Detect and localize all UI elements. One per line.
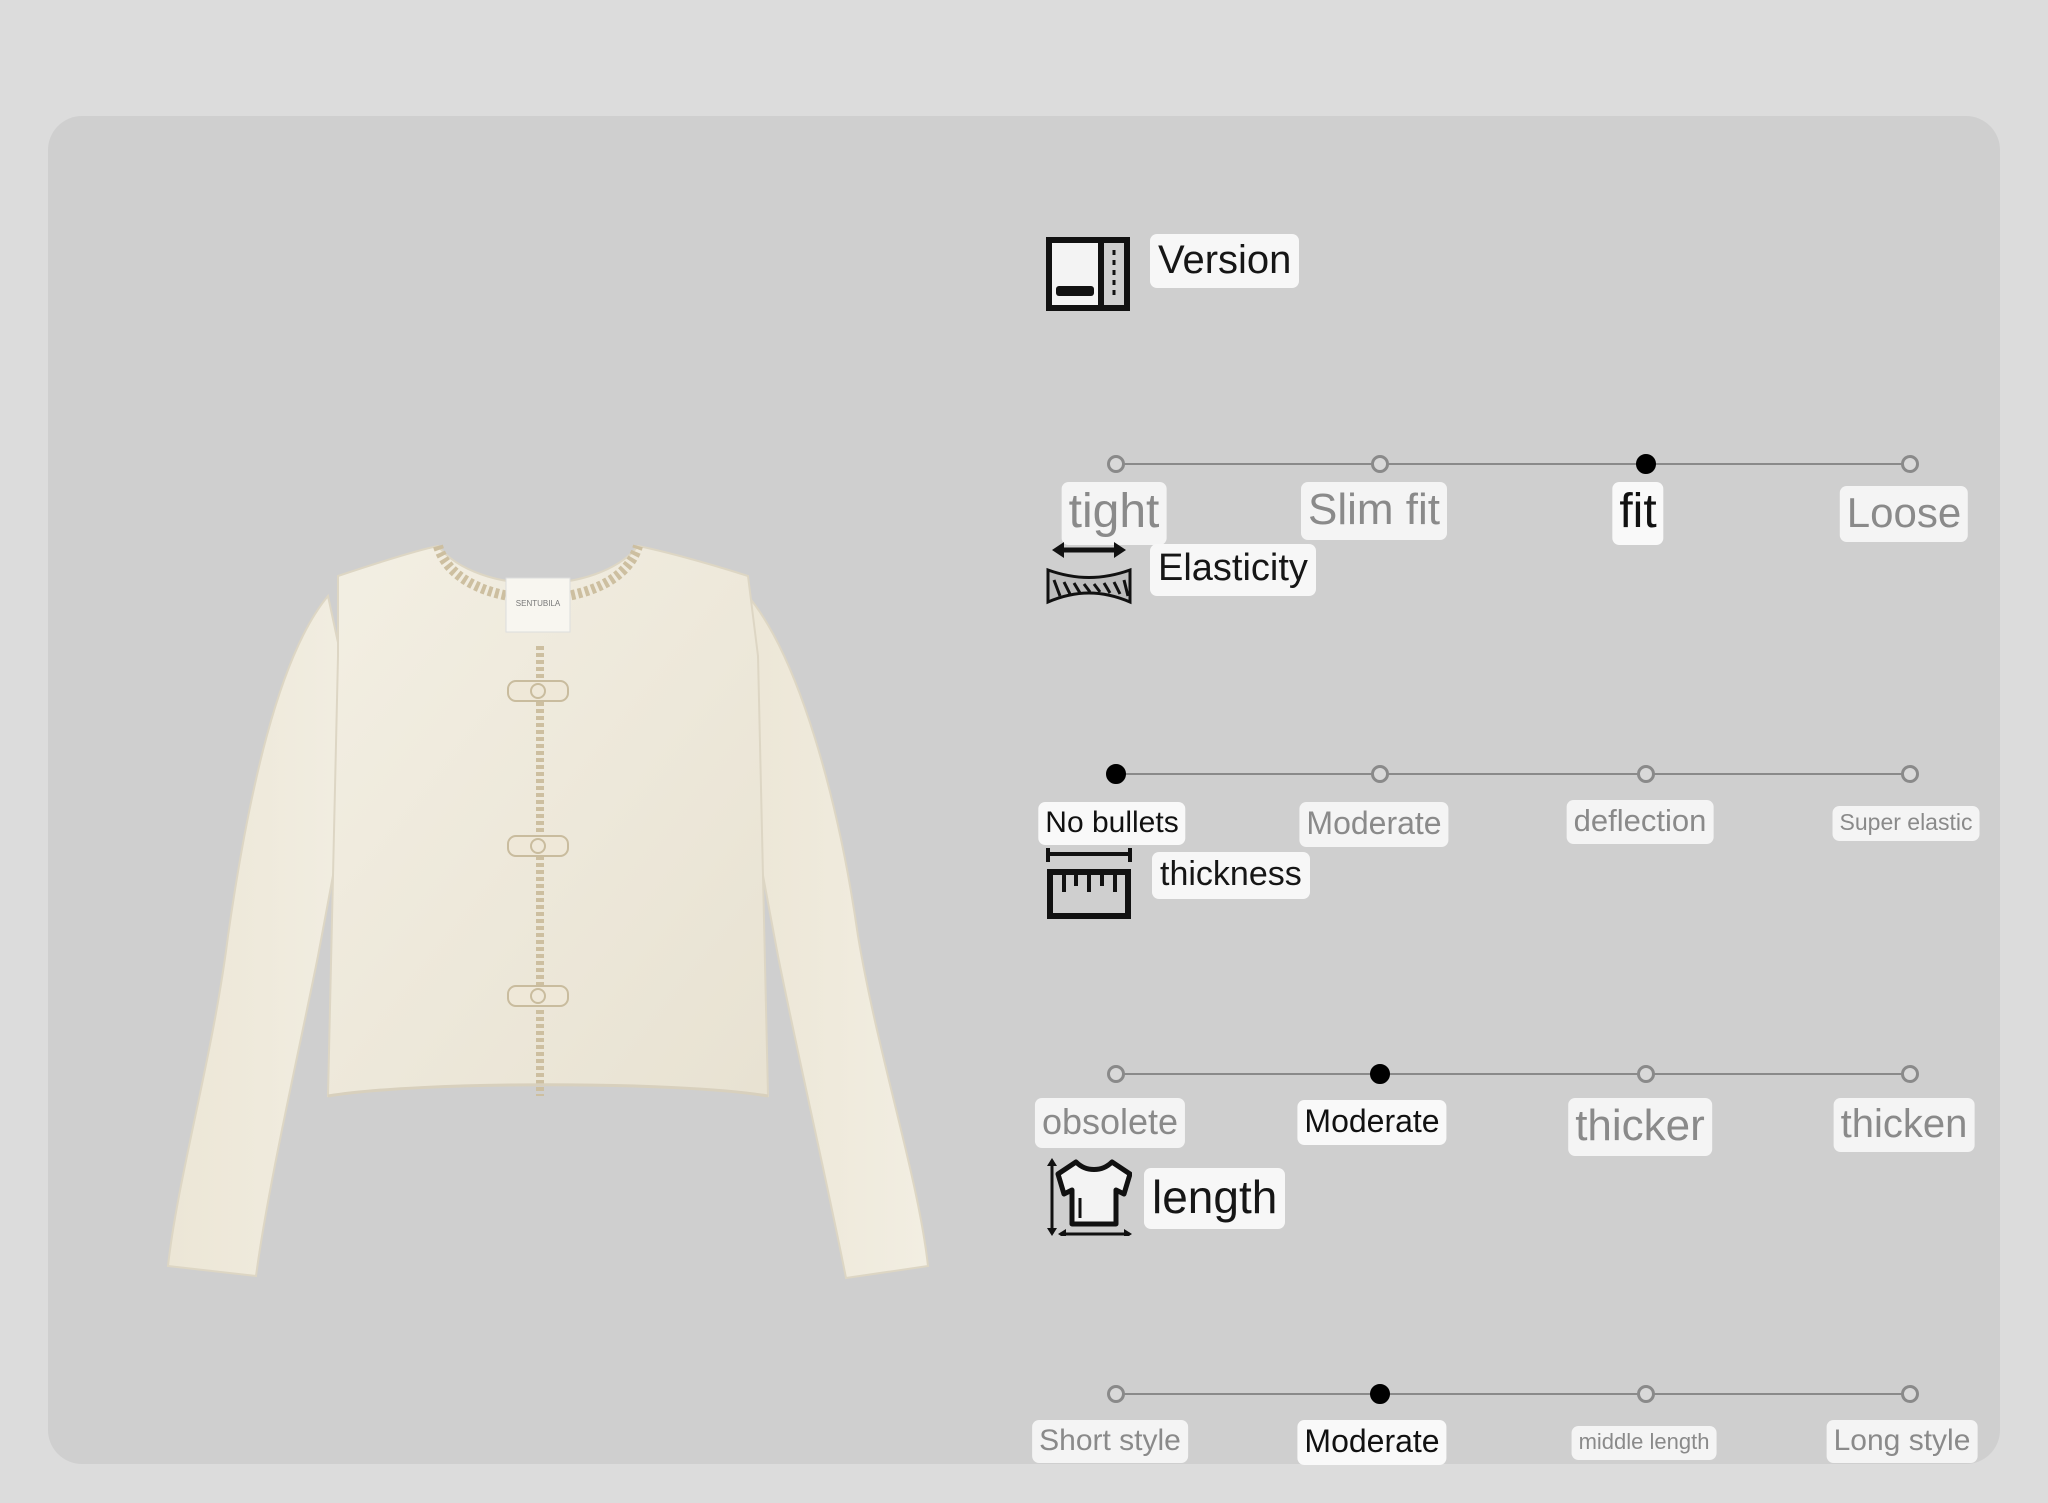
elasticity-title: Elasticity bbox=[1150, 544, 1316, 596]
length-option-dot-middle-length[interactable] bbox=[1637, 1385, 1655, 1403]
jacket-image: SENTUBILA bbox=[166, 544, 930, 1280]
length-option-short-style[interactable]: Short style bbox=[1032, 1420, 1188, 1463]
jacket-label-text: SENTUBILA bbox=[516, 599, 561, 608]
version-option-dot-tight[interactable] bbox=[1107, 455, 1125, 473]
version-option-dot-slim-fit[interactable] bbox=[1371, 455, 1389, 473]
elasticity-option-dot-super-elastic[interactable] bbox=[1901, 765, 1919, 783]
wardrobe-icon bbox=[1046, 237, 1130, 311]
thickness-option-dot-obsolete[interactable] bbox=[1107, 1065, 1125, 1083]
elasticity-section: Elasticity No bullets Moderate deflectio… bbox=[1038, 540, 1986, 848]
elasticity-option-dot-moderate[interactable] bbox=[1371, 765, 1389, 783]
thickness-option-dot-moderate[interactable] bbox=[1370, 1064, 1390, 1084]
length-track bbox=[1116, 1393, 1910, 1395]
length-option-middle-length[interactable]: middle length bbox=[1571, 1426, 1717, 1461]
elasticity-option-dot-no-bullets[interactable] bbox=[1106, 764, 1126, 784]
garment-length-icon bbox=[1047, 1158, 1132, 1236]
ruler-icon bbox=[1046, 848, 1132, 919]
length-option-dot-long-style[interactable] bbox=[1901, 1385, 1919, 1403]
elasticity-track bbox=[1116, 773, 1910, 775]
thickness-option-thicker[interactable]: thicker bbox=[1568, 1098, 1712, 1157]
thickness-title: thickness bbox=[1152, 852, 1310, 900]
thickness-option-obsolete[interactable]: obsolete bbox=[1034, 1098, 1186, 1148]
thickness-option-moderate[interactable]: Moderate bbox=[1297, 1100, 1447, 1146]
elasticity-option-deflection[interactable]: deflection bbox=[1566, 800, 1714, 845]
length-title: length bbox=[1144, 1168, 1286, 1229]
version-option-fit[interactable]: fit bbox=[1612, 482, 1664, 545]
version-option-tight[interactable]: tight bbox=[1061, 482, 1167, 545]
length-option-long-style[interactable]: Long style bbox=[1826, 1420, 1978, 1463]
thickness-option-dot-thicker[interactable] bbox=[1637, 1065, 1655, 1083]
version-option-dot-loose[interactable] bbox=[1901, 455, 1919, 473]
version-section: Version tight Slim fit fit Loose bbox=[1046, 230, 1986, 545]
thickness-track bbox=[1116, 1073, 1910, 1075]
version-option-dot-fit[interactable] bbox=[1636, 454, 1656, 474]
version-track bbox=[1116, 463, 1910, 465]
thickness-section: thickness obsolete Moderate thicker thic… bbox=[1034, 840, 1986, 1157]
stretch-fabric-icon bbox=[1046, 542, 1132, 605]
thickness-option-dot-thicken[interactable] bbox=[1901, 1065, 1919, 1083]
product-detail-card: SENTUBILA Version tight Slim fit fit Loo… bbox=[48, 116, 2000, 1466]
thickness-option-thicken[interactable]: thicken bbox=[1833, 1098, 1975, 1152]
length-option-dot-short-style[interactable] bbox=[1107, 1385, 1125, 1403]
length-section: length Short style Moderate middle lengt… bbox=[1032, 1158, 1986, 1466]
version-title: Version bbox=[1150, 234, 1300, 288]
length-option-dot-moderate[interactable] bbox=[1370, 1384, 1390, 1404]
length-option-moderate[interactable]: Moderate bbox=[1297, 1420, 1447, 1466]
elasticity-option-super-elastic[interactable]: Super elastic bbox=[1832, 806, 1980, 842]
version-option-slim-fit[interactable]: Slim fit bbox=[1301, 482, 1447, 541]
elasticity-option-dot-deflection[interactable] bbox=[1637, 765, 1655, 783]
elasticity-option-no-bullets[interactable]: No bullets bbox=[1038, 802, 1186, 845]
version-option-loose[interactable]: Loose bbox=[1839, 486, 1969, 543]
